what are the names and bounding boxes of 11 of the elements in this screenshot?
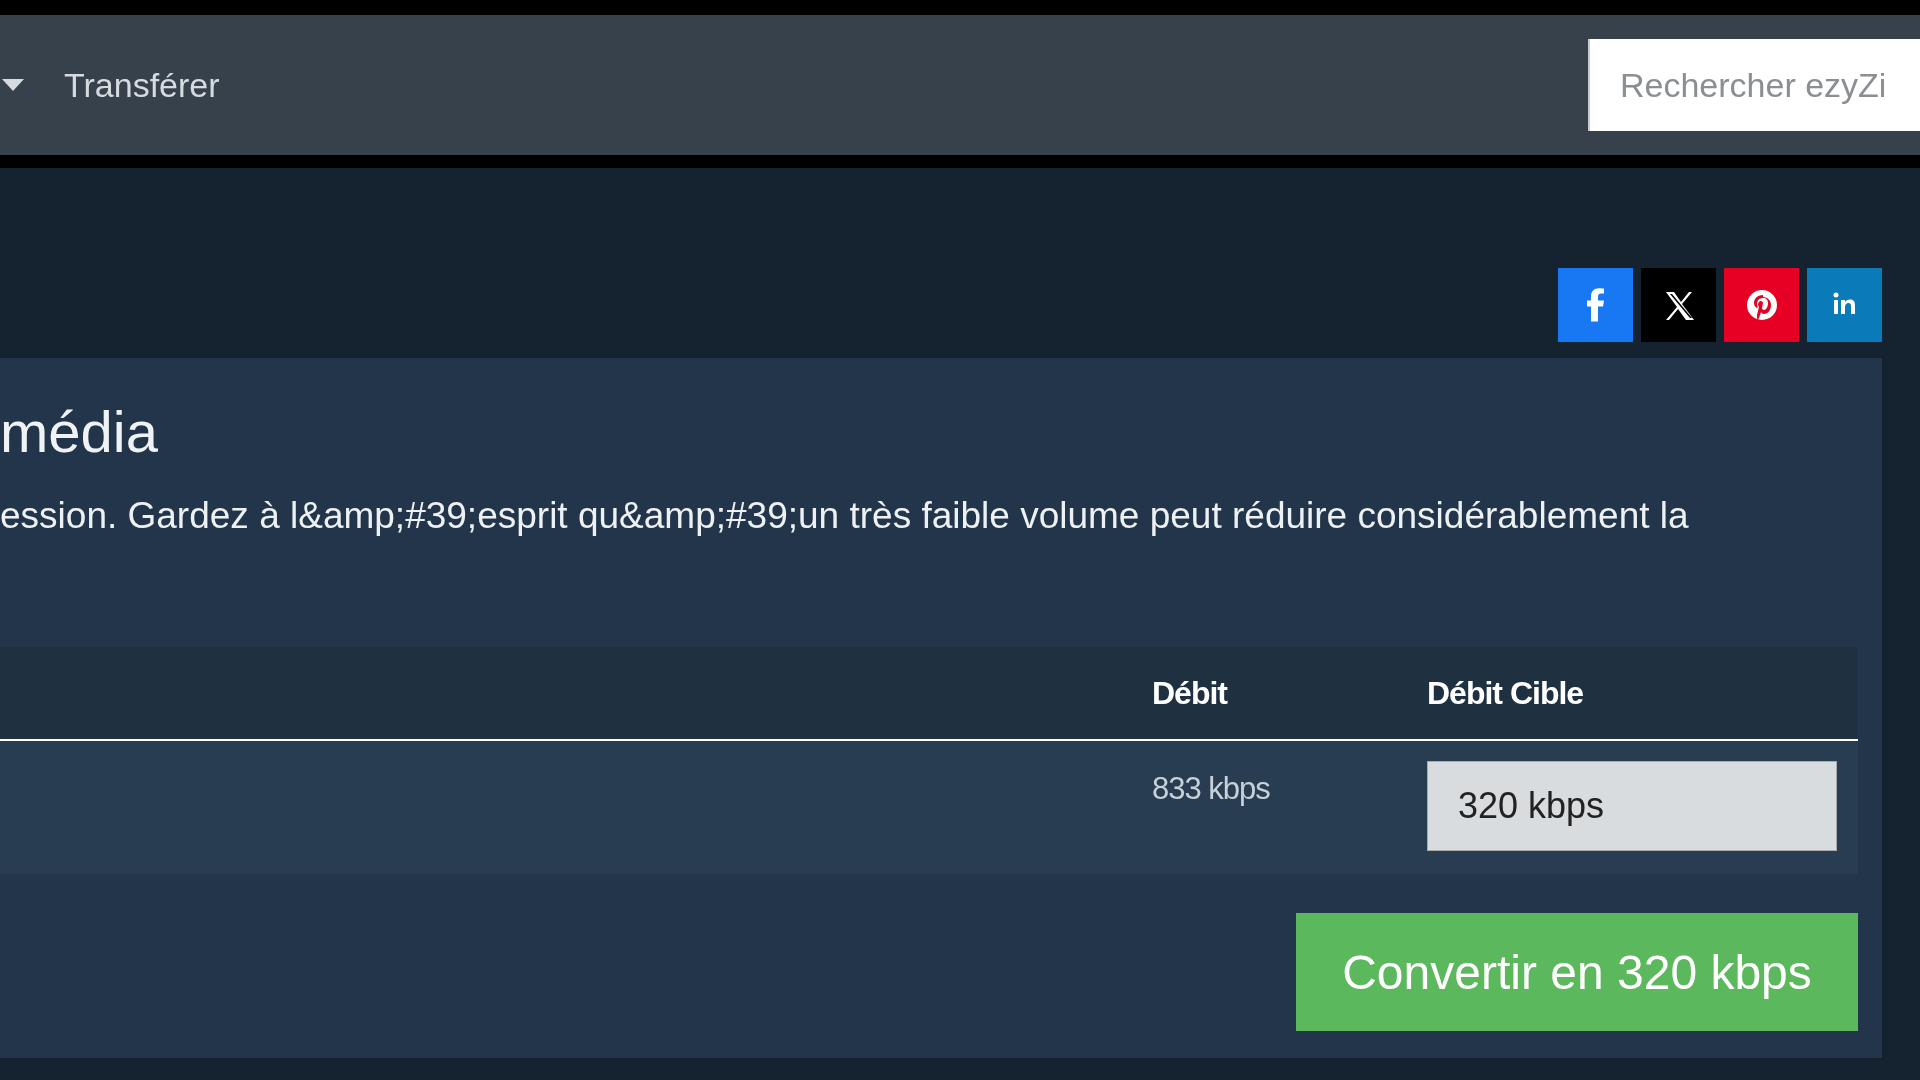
share-button[interactable] bbox=[1641, 268, 1716, 342]
bitrate-cell: 833 kbps bbox=[1152, 771, 1270, 807]
facebook-icon bbox=[1586, 288, 1605, 322]
search-field[interactable]: Rechercher ezyZi bbox=[1588, 39, 1920, 131]
column-header: Débit Cible bbox=[1427, 674, 1584, 712]
description-text: ession. Gardez à l&amp;#39;esprit qu&amp;#39;un très faible volume peut réduire considérablement la bbox=[0, 495, 1689, 537]
caret-icon[interactable] bbox=[2, 79, 24, 91]
section-heading: média bbox=[0, 398, 158, 465]
target-bitrate-select[interactable]: 320 kbps bbox=[1427, 761, 1837, 851]
column-header: Débit bbox=[1152, 674, 1227, 712]
nav-link[interactable]: Transférer bbox=[64, 65, 220, 104]
